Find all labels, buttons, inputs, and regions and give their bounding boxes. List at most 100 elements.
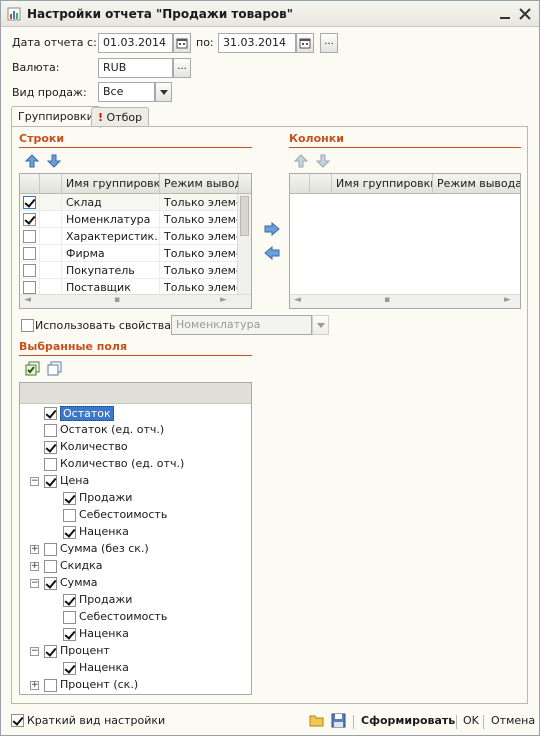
row-check-cell <box>20 245 40 262</box>
tree-item[interactable]: Остаток (ед. отч.) <box>20 422 251 439</box>
row-output-mode: Только элементы <box>160 262 239 279</box>
tree-item[interactable]: Наценка <box>20 524 251 541</box>
tree-item-checkbox[interactable] <box>44 560 57 573</box>
tree-item[interactable]: − Процент <box>20 643 251 660</box>
table-row[interactable]: СкладТолько элементы <box>20 194 239 211</box>
rows-vertical-scrollbar[interactable] <box>237 194 251 294</box>
close-icon[interactable] <box>517 6 533 22</box>
col-header-output-mode[interactable]: Режим вывода <box>433 174 520 194</box>
tab-filter[interactable]: ! Отбор <box>91 107 150 127</box>
date-from-field[interactable]: 01.03.2014 <box>98 33 173 53</box>
move-left-icon[interactable] <box>264 246 280 260</box>
tree-item-checkbox[interactable] <box>44 475 57 488</box>
tree-item-checkbox[interactable] <box>63 662 76 675</box>
tree-item-checkbox[interactable] <box>63 492 76 505</box>
row-checkbox[interactable] <box>23 213 36 226</box>
tree-item-checkbox[interactable] <box>44 679 57 692</box>
move-up-icon[interactable] <box>25 154 39 168</box>
properties-dropdown-button[interactable] <box>312 315 329 335</box>
tree-item[interactable]: Наценка <box>20 660 251 677</box>
table-row[interactable]: Характеристик...Только элементы <box>20 228 239 245</box>
tree-item-checkbox[interactable] <box>44 441 57 454</box>
row-checkbox[interactable] <box>23 196 36 209</box>
ok-button[interactable]: OK <box>463 714 479 727</box>
columns-move-down-icon[interactable] <box>316 154 330 168</box>
tree-item[interactable]: + Скидка <box>20 558 251 575</box>
calendar-from-button[interactable] <box>173 33 191 53</box>
row-checkbox[interactable] <box>23 264 36 277</box>
tree-item[interactable]: Остаток <box>20 405 251 422</box>
tree-item-label: Количество <box>60 440 128 453</box>
tree-item[interactable]: − Цена <box>20 473 251 490</box>
sale-type-select[interactable]: Все <box>98 82 155 102</box>
table-row[interactable]: НоменклатураТолько элементы <box>20 211 239 228</box>
tab-groupings[interactable]: Группировки <box>11 106 101 128</box>
calendar-to-button[interactable] <box>296 33 314 53</box>
tree-item-checkbox[interactable] <box>63 594 76 607</box>
columns-move-up-icon[interactable] <box>294 154 308 168</box>
tree-item-checkbox[interactable] <box>63 509 76 522</box>
tree-item-checkbox[interactable] <box>63 526 76 539</box>
brief-view-checkbox[interactable] <box>11 714 24 727</box>
tree-item-checkbox[interactable] <box>44 577 57 590</box>
tree-item-checkbox[interactable] <box>44 407 57 420</box>
columns-horizontal-scrollbar[interactable]: ◄ ▪ ► <box>290 294 520 308</box>
table-row[interactable]: ПокупательТолько элементы <box>20 262 239 279</box>
save-icon[interactable] <box>331 713 346 728</box>
tree-item-checkbox[interactable] <box>44 645 57 658</box>
tree-item[interactable]: Себестоимость <box>20 507 251 524</box>
uncheck-all-icon[interactable] <box>47 361 62 376</box>
tree-item[interactable]: Наценка <box>20 626 251 643</box>
currency-field[interactable]: RUB <box>98 58 173 78</box>
tree-item[interactable]: Продажи <box>20 592 251 609</box>
open-folder-icon[interactable] <box>309 713 325 728</box>
minimize-icon[interactable] <box>497 6 513 22</box>
tree-item-label: Сумма (без ск.) <box>60 542 149 555</box>
generate-button[interactable]: Сформировать <box>361 714 455 727</box>
move-right-icon[interactable] <box>264 222 280 236</box>
header-output-mode[interactable]: Режим вывода <box>160 174 239 194</box>
collapse-icon[interactable]: − <box>30 647 39 656</box>
tree-item-checkbox[interactable] <box>44 458 57 471</box>
header-group-name[interactable]: Имя группировки <box>62 174 160 194</box>
row-checkbox[interactable] <box>23 281 36 294</box>
tree-item-checkbox[interactable] <box>63 611 76 624</box>
rows-vscroll-thumb[interactable] <box>240 196 249 236</box>
currency-select-button[interactable]: ... <box>173 58 191 78</box>
tree-item-checkbox[interactable] <box>44 424 57 437</box>
col-header-group-name[interactable]: Имя группировки <box>332 174 433 194</box>
tree-item[interactable]: Количество <box>20 439 251 456</box>
sale-type-dropdown-button[interactable] <box>155 82 172 102</box>
date-to-field[interactable]: 31.03.2014 <box>218 33 296 53</box>
header-check-column <box>20 174 40 194</box>
period-select-button[interactable]: ... <box>320 33 338 53</box>
move-down-icon[interactable] <box>47 154 61 168</box>
cancel-button[interactable]: Отмена <box>491 714 535 727</box>
properties-select[interactable]: Номенклатура <box>171 315 312 335</box>
expand-icon[interactable]: + <box>30 681 39 690</box>
table-row[interactable]: ФирмаТолько элементы <box>20 245 239 262</box>
tree-item[interactable]: Продажи <box>20 490 251 507</box>
tree-item[interactable]: + Сумма (без ск.) <box>20 541 251 558</box>
expand-icon[interactable]: + <box>30 545 39 554</box>
row-check-cell <box>20 211 40 228</box>
footer-separator <box>353 715 354 729</box>
tree-item[interactable]: Количество (ед. отч.) <box>20 456 251 473</box>
tree-item-checkbox[interactable] <box>44 543 57 556</box>
tree-item[interactable]: + Процент (ск.) <box>20 677 251 694</box>
row-checkbox[interactable] <box>23 230 36 243</box>
check-all-icon[interactable] <box>25 361 40 376</box>
collapse-icon[interactable]: − <box>30 477 39 486</box>
row-group-name: Покупатель <box>62 262 160 279</box>
row-checkbox[interactable] <box>23 247 36 260</box>
sale-type-label: Вид продаж: <box>12 86 87 99</box>
rows-horizontal-scrollbar[interactable]: ◄ ▪ ► <box>20 294 251 308</box>
use-properties-checkbox[interactable] <box>21 319 34 332</box>
tree-item[interactable]: − Сумма <box>20 575 251 592</box>
tab-groupings-label: Группировки <box>18 110 94 123</box>
date-to-label: по: <box>196 36 214 49</box>
tree-item[interactable]: Себестоимость <box>20 609 251 626</box>
expand-icon[interactable]: + <box>30 562 39 571</box>
tree-item-checkbox[interactable] <box>63 628 76 641</box>
collapse-icon[interactable]: − <box>30 579 39 588</box>
